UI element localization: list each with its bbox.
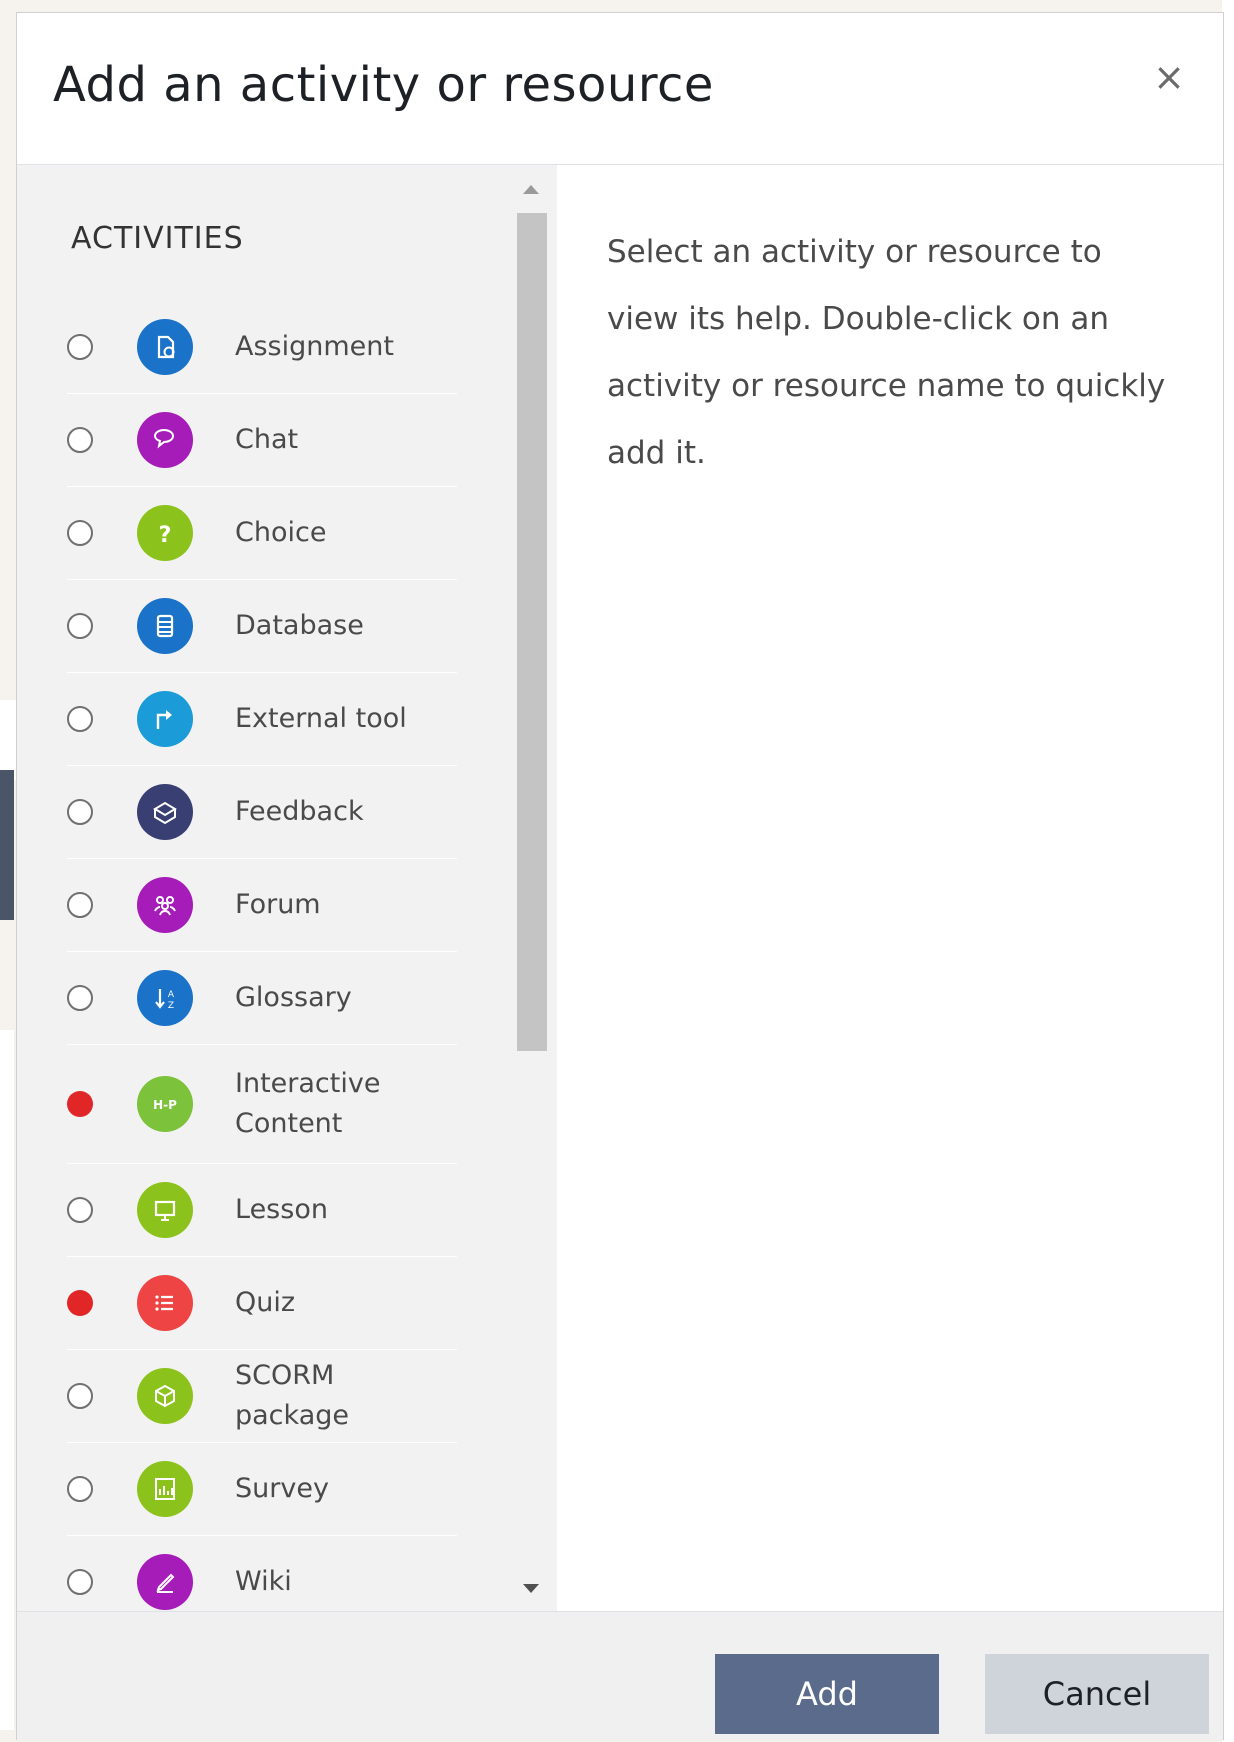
activity-label: Lesson bbox=[235, 1194, 328, 1225]
radio-button[interactable] bbox=[67, 1197, 93, 1223]
database-icon bbox=[137, 598, 193, 654]
activity-option-external-tool[interactable]: External tool bbox=[67, 673, 457, 766]
dialog-header: Add an activity or resource × bbox=[17, 13, 1223, 165]
activity-option-scorm-package[interactable]: SCORM package bbox=[67, 1350, 457, 1443]
activity-option-database[interactable]: Database bbox=[67, 580, 457, 673]
activity-label: External tool bbox=[235, 703, 407, 734]
activity-label: Glossary bbox=[235, 982, 352, 1013]
activity-option-choice[interactable]: ? Choice bbox=[67, 487, 457, 580]
radio-button[interactable] bbox=[67, 1569, 93, 1595]
help-panel: Select an activity or resource to view i… bbox=[557, 165, 1223, 1611]
activity-option-chat[interactable]: Chat bbox=[67, 394, 457, 487]
radio-button[interactable] bbox=[67, 1091, 93, 1117]
activity-option-assignment[interactable]: Assignment bbox=[67, 301, 457, 394]
radio-button[interactable] bbox=[67, 427, 93, 453]
radio-button[interactable] bbox=[67, 1383, 93, 1409]
forum-icon bbox=[137, 877, 193, 933]
activity-option-wiki[interactable]: Wiki bbox=[67, 1536, 457, 1611]
choice-icon: ? bbox=[137, 505, 193, 561]
activity-option-feedback[interactable]: Feedback bbox=[67, 766, 457, 859]
radio-button[interactable] bbox=[67, 334, 93, 360]
background-page-strip bbox=[0, 1030, 14, 1730]
quiz-icon bbox=[137, 1275, 193, 1331]
feedback-icon bbox=[137, 784, 193, 840]
scroll-up-arrow-icon[interactable] bbox=[523, 185, 539, 194]
radio-button[interactable] bbox=[67, 1290, 93, 1316]
activity-label: Choice bbox=[235, 517, 327, 548]
activity-label: Forum bbox=[235, 889, 321, 920]
lesson-icon bbox=[137, 1182, 193, 1238]
activity-label: Wiki bbox=[235, 1566, 292, 1597]
background-page-bar bbox=[0, 770, 14, 920]
activity-label: Assignment bbox=[235, 331, 394, 362]
activity-label: Feedback bbox=[235, 796, 364, 827]
chat-icon bbox=[137, 412, 193, 468]
svg-text:Z: Z bbox=[168, 1001, 174, 1011]
activity-option-interactive-content[interactable]: H-P Interactive Content bbox=[67, 1045, 457, 1164]
scroll-down-arrow-icon[interactable] bbox=[523, 1584, 539, 1593]
radio-button[interactable] bbox=[67, 892, 93, 918]
glossary-icon: AZ bbox=[137, 970, 193, 1026]
activity-option-glossary[interactable]: A Z Glossary bbox=[67, 952, 457, 1045]
activity-option-survey[interactable]: Survey bbox=[67, 1443, 457, 1536]
cancel-button[interactable]: Cancel bbox=[985, 1654, 1209, 1734]
svg-text:H-P: H-P bbox=[153, 1098, 177, 1112]
scrollbar[interactable] bbox=[515, 173, 549, 1603]
activity-option-quiz[interactable]: Quiz bbox=[67, 1257, 457, 1350]
scroll-thumb[interactable] bbox=[517, 213, 547, 1051]
activity-list-panel[interactable]: ACTIVITIES Assignment Chat? Choice Database… bbox=[17, 165, 557, 1611]
wiki-icon bbox=[137, 1554, 193, 1610]
activities-section-title: ACTIVITIES bbox=[71, 221, 244, 256]
h5p-icon: H-P bbox=[137, 1076, 193, 1132]
activity-label: Chat bbox=[235, 424, 299, 455]
dialog-title: Add an activity or resource bbox=[53, 57, 714, 113]
radio-button[interactable] bbox=[67, 985, 93, 1011]
dialog-footer: Add Cancel bbox=[17, 1611, 1223, 1741]
radio-button[interactable] bbox=[67, 613, 93, 639]
add-activity-dialog: Add an activity or resource × ACTIVITIES… bbox=[16, 12, 1224, 1741]
help-text: Select an activity or resource to view i… bbox=[607, 234, 1166, 471]
activity-label: Survey bbox=[235, 1473, 329, 1504]
radio-button[interactable] bbox=[67, 799, 93, 825]
activity-option-lesson[interactable]: Lesson bbox=[67, 1164, 457, 1257]
activity-label: SCORM package bbox=[235, 1360, 349, 1431]
close-icon[interactable]: × bbox=[1149, 57, 1189, 97]
svg-text:A: A bbox=[168, 990, 175, 1000]
external-tool-icon bbox=[137, 691, 193, 747]
radio-button[interactable] bbox=[67, 520, 93, 546]
radio-button[interactable] bbox=[67, 1476, 93, 1502]
background-page-strip bbox=[0, 700, 16, 780]
activity-label: Database bbox=[235, 610, 364, 641]
activity-option-forum[interactable]: Forum bbox=[67, 859, 457, 952]
activity-label: Quiz bbox=[235, 1287, 296, 1318]
radio-button[interactable] bbox=[67, 706, 93, 732]
add-button[interactable]: Add bbox=[715, 1654, 939, 1734]
assignment-icon bbox=[137, 319, 193, 375]
activity-options: Assignment Chat? Choice Database External to… bbox=[17, 301, 457, 1611]
scorm-icon bbox=[137, 1368, 193, 1424]
survey-icon bbox=[137, 1461, 193, 1517]
activity-label: Interactive Content bbox=[235, 1068, 381, 1139]
svg-text:?: ? bbox=[159, 523, 172, 548]
